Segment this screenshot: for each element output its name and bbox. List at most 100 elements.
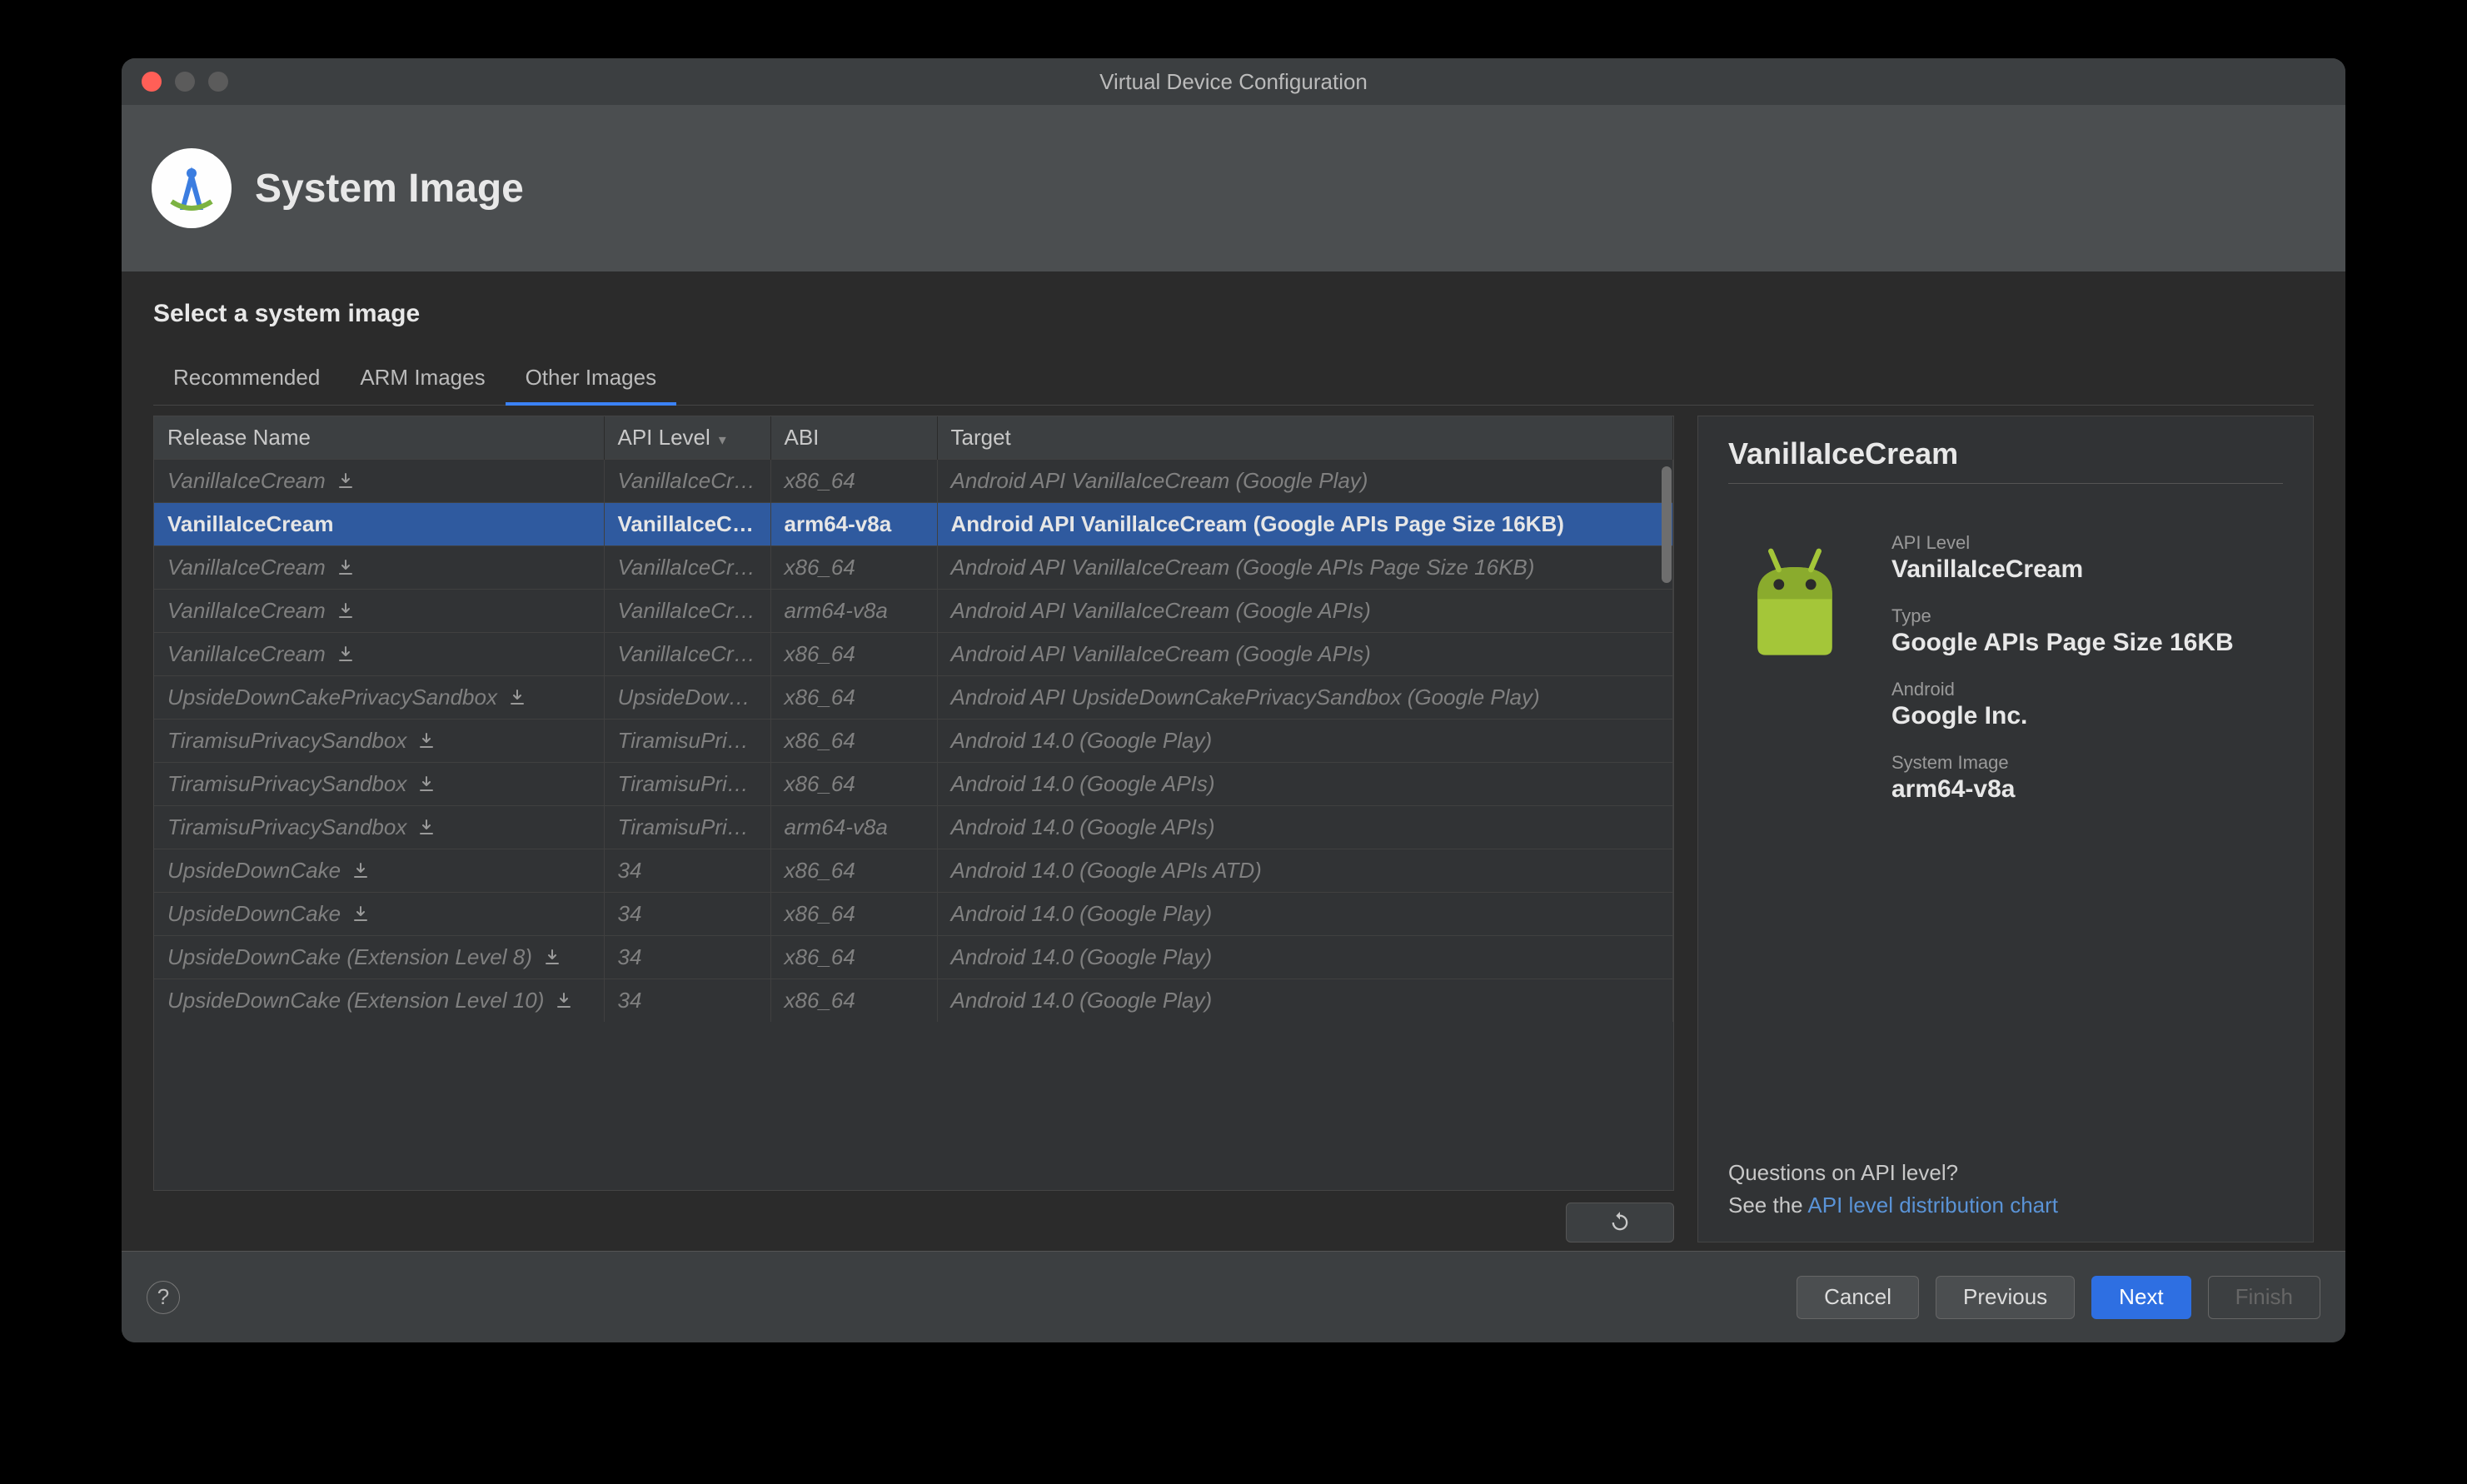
content-area: Select a system image RecommendedARM Ima… [122,271,2345,1251]
table-row[interactable]: UpsideDownCake (Extension Level 8)34x86_… [154,936,1673,979]
target-cell: Android API VanillaIceCream (Google APIs… [937,503,1673,546]
abi-cell: arm64-v8a [770,503,937,546]
target-cell: Android API VanillaIceCream (Google APIs… [937,590,1673,633]
system-images-table: Release Name API Level ABI Target Vanill… [154,416,1673,1022]
api-level-cell: 34 [604,979,770,1023]
abi-cell: x86_64 [770,633,937,676]
abi-cell: x86_64 [770,460,937,503]
download-icon[interactable] [336,601,356,621]
type-value: Google APIs Page Size 16KB [1891,629,2234,657]
table-row[interactable]: UpsideDownCake34x86_64Android 14.0 (Goog… [154,849,1673,893]
release-name: TiramisuPrivacySandbox [167,728,406,754]
release-name: UpsideDownCakePrivacySandbox [167,685,497,710]
footer: ? Cancel Previous Next Finish [122,1251,2345,1342]
next-button[interactable]: Next [2091,1276,2190,1319]
release-name: VanillaIceCream [167,511,333,537]
release-name: TiramisuPrivacySandbox [167,771,406,797]
target-cell: Android API VanillaIceCream (Google APIs… [937,633,1673,676]
titlebar: Virtual Device Configuration [122,58,2345,105]
refresh-row [153,1191,1674,1242]
target-cell: Android API VanillaIceCream (Google APIs… [937,546,1673,590]
divider [1728,483,2283,484]
close-window-button[interactable] [142,72,162,92]
window-title: Virtual Device Configuration [1099,69,1368,95]
detail-title: VanillaIceCream [1728,436,2283,471]
col-release-name[interactable]: Release Name [154,416,604,460]
minimize-window-button[interactable] [175,72,195,92]
release-name: VanillaIceCream [167,641,326,667]
table-row[interactable]: TiramisuPrivacySandboxTiramisuPrivacySar… [154,806,1673,849]
download-icon[interactable] [336,471,356,491]
table-scroll: Release Name API Level ABI Target Vanill… [153,416,1674,1191]
target-cell: Android 14.0 (Google APIs) [937,806,1673,849]
release-name: UpsideDownCake [167,858,341,884]
see-the-text: See the [1728,1193,1807,1218]
col-target[interactable]: Target [937,416,1673,460]
download-icon[interactable] [542,948,562,968]
api-level-cell: VanillaIceCream [604,590,770,633]
download-icon[interactable] [554,991,574,1011]
main-split: Release Name API Level ABI Target Vanill… [153,416,2314,1242]
maximize-window-button[interactable] [208,72,228,92]
scrollbar-thumb[interactable] [1662,466,1672,583]
table-area: Release Name API Level ABI Target Vanill… [153,416,1674,1242]
abi-cell: x86_64 [770,546,937,590]
abi-cell: x86_64 [770,676,937,720]
questions-text: Questions on API level? [1728,1157,2283,1189]
section-title: Select a system image [153,300,2314,328]
refresh-button[interactable] [1566,1203,1674,1242]
page-title: System Image [255,166,524,212]
download-icon[interactable] [351,904,371,924]
header-band: System Image [122,105,2345,271]
help-button[interactable]: ? [147,1281,180,1314]
android-value: Google Inc. [1891,702,2234,730]
tab-recommended[interactable]: Recommended [153,353,340,405]
download-icon[interactable] [416,818,436,838]
abi-cell: x86_64 [770,893,937,936]
dialog-window: Virtual Device Configuration System Imag… [122,58,2345,1342]
table-row[interactable]: VanillaIceCreamVanillaIceCreamx86_64Andr… [154,546,1673,590]
release-name: UpsideDownCake [167,901,341,927]
abi-cell: arm64-v8a [770,806,937,849]
table-row[interactable]: VanillaIceCreamVanillaIceCreamx86_64Andr… [154,460,1673,503]
table-row[interactable]: TiramisuPrivacySandboxTiramisuPrivacySx8… [154,720,1673,763]
tabs: RecommendedARM ImagesOther Images [153,353,2314,406]
detail-meta: API Level VanillaIceCream Type Google AP… [1891,532,2234,1157]
abi-cell: arm64-v8a [770,590,937,633]
release-name: VanillaIceCream [167,555,326,580]
api-level-cell: UpsideDownCak [604,676,770,720]
download-icon[interactable] [416,731,436,751]
target-cell: Android 14.0 (Google APIs ATD) [937,849,1673,893]
table-row[interactable]: VanillaIceCreamVanillaIceCreamarm64-v8aA… [154,590,1673,633]
download-icon[interactable] [507,688,527,708]
api-level-cell: VanillaIceCream [604,460,770,503]
system-image-value: arm64-v8a [1891,775,2234,804]
android-icon [1728,540,1861,674]
download-icon[interactable] [336,558,356,578]
table-row[interactable]: VanillaIceCreamVanillaIceCreamx86_64Andr… [154,633,1673,676]
api-level-cell: 34 [604,893,770,936]
tab-other-images[interactable]: Other Images [506,353,677,406]
abi-cell: x86_64 [770,979,937,1023]
table-row[interactable]: VanillaIceCreamVanillaIceCreamarm64-v8aA… [154,503,1673,546]
api-distribution-link[interactable]: API level distribution chart [1807,1193,2058,1218]
table-row[interactable]: UpsideDownCake (Extension Level 10)34x86… [154,979,1673,1023]
tab-arm-images[interactable]: ARM Images [340,353,505,405]
abi-cell: x86_64 [770,763,937,806]
col-api-level[interactable]: API Level [604,416,770,460]
api-level-cell: 34 [604,849,770,893]
download-icon[interactable] [351,861,371,881]
table-row[interactable]: TiramisuPrivacySandboxTiramisuPrivacySx8… [154,763,1673,806]
table-row[interactable]: UpsideDownCake34x86_64Android 14.0 (Goog… [154,893,1673,936]
col-abi[interactable]: ABI [770,416,937,460]
android-studio-icon [152,148,232,228]
download-icon[interactable] [416,774,436,794]
system-image-label: System Image [1891,752,2234,774]
download-icon[interactable] [336,645,356,665]
table-header-row: Release Name API Level ABI Target [154,416,1673,460]
target-cell: Android 14.0 (Google Play) [937,720,1673,763]
cancel-button[interactable]: Cancel [1797,1276,1919,1319]
previous-button[interactable]: Previous [1936,1276,2075,1319]
table-row[interactable]: UpsideDownCakePrivacySandbox UpsideDownCa… [154,676,1673,720]
api-level-cell: VanillaIceCream [604,633,770,676]
